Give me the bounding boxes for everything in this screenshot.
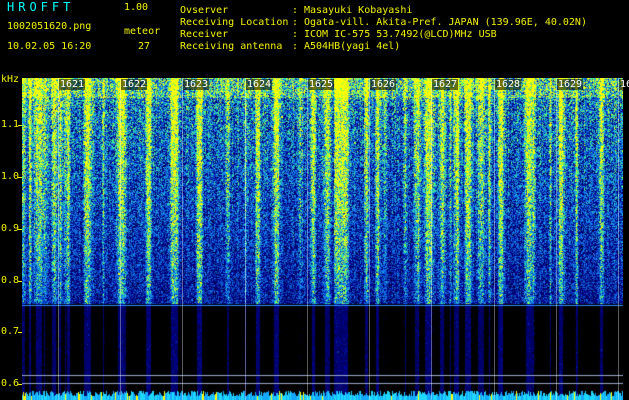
receiver-value: ICOM IC-575 53.7492(@LCD)MHz USB	[304, 29, 497, 40]
time-label-1623: 1623	[183, 79, 210, 90]
antenna-separator: :	[292, 41, 299, 52]
receiver-separator: :	[292, 29, 299, 40]
detection-label: meteor	[124, 26, 161, 37]
date-time: 10.02.05 16:20	[7, 41, 92, 52]
time-label-1627: 1627	[432, 79, 459, 90]
frequency-unit: kHz	[1, 74, 20, 85]
location-separator: :	[292, 17, 299, 28]
time-gridline	[245, 78, 246, 400]
time-label-1622: 1622	[121, 79, 148, 90]
time-gridline	[618, 78, 619, 400]
app-version: 1.00	[124, 2, 149, 13]
time-gridline	[58, 78, 59, 400]
observer-value: Masayuki Kobayashi	[304, 5, 413, 16]
time-gridline	[494, 78, 495, 400]
time-label-1630: 1630	[619, 79, 629, 90]
location-value: Ogata-vill. Akita-Pref. JAPAN (139.96E, …	[304, 17, 587, 28]
frequency-tick-1.1: 1.1	[1, 118, 20, 130]
spectrogram	[22, 78, 623, 400]
time-gridline	[120, 78, 121, 400]
antenna-value: A504HB(yagi 4el)	[304, 41, 401, 52]
detection-count: 27	[138, 41, 151, 52]
time-label-1629: 1629	[557, 79, 584, 90]
receiver-label: Receiver	[180, 29, 229, 40]
observer-label: Ovserver	[180, 5, 229, 16]
time-label-1621: 1621	[59, 79, 86, 90]
observer-separator: :	[292, 5, 299, 16]
time-label-1626: 1626	[370, 79, 397, 90]
frequency-tick-0.9: 0.9	[1, 222, 20, 234]
time-gridline	[556, 78, 557, 400]
time-gridline	[431, 78, 432, 400]
frequency-tick-0.7: 0.7	[1, 326, 20, 338]
time-label-1624: 1624	[246, 79, 273, 90]
app-title: HROFFT	[7, 0, 75, 14]
location-label: Receiving Location	[180, 17, 289, 28]
time-label-1628: 1628	[495, 79, 522, 90]
antenna-label: Receiving antenna	[180, 41, 283, 52]
time-gridline	[307, 78, 308, 400]
frequency-tick-1.0: 1.0	[1, 170, 20, 182]
time-gridline	[369, 78, 370, 400]
time-gridline	[182, 78, 183, 400]
frequency-tick-0.6: 0.6	[1, 378, 20, 390]
frequency-tick-0.8: 0.8	[1, 274, 20, 286]
time-label-1625: 1625	[308, 79, 335, 90]
file-name: 1002051620.png	[7, 21, 92, 32]
spectrogram-canvas	[22, 78, 623, 400]
